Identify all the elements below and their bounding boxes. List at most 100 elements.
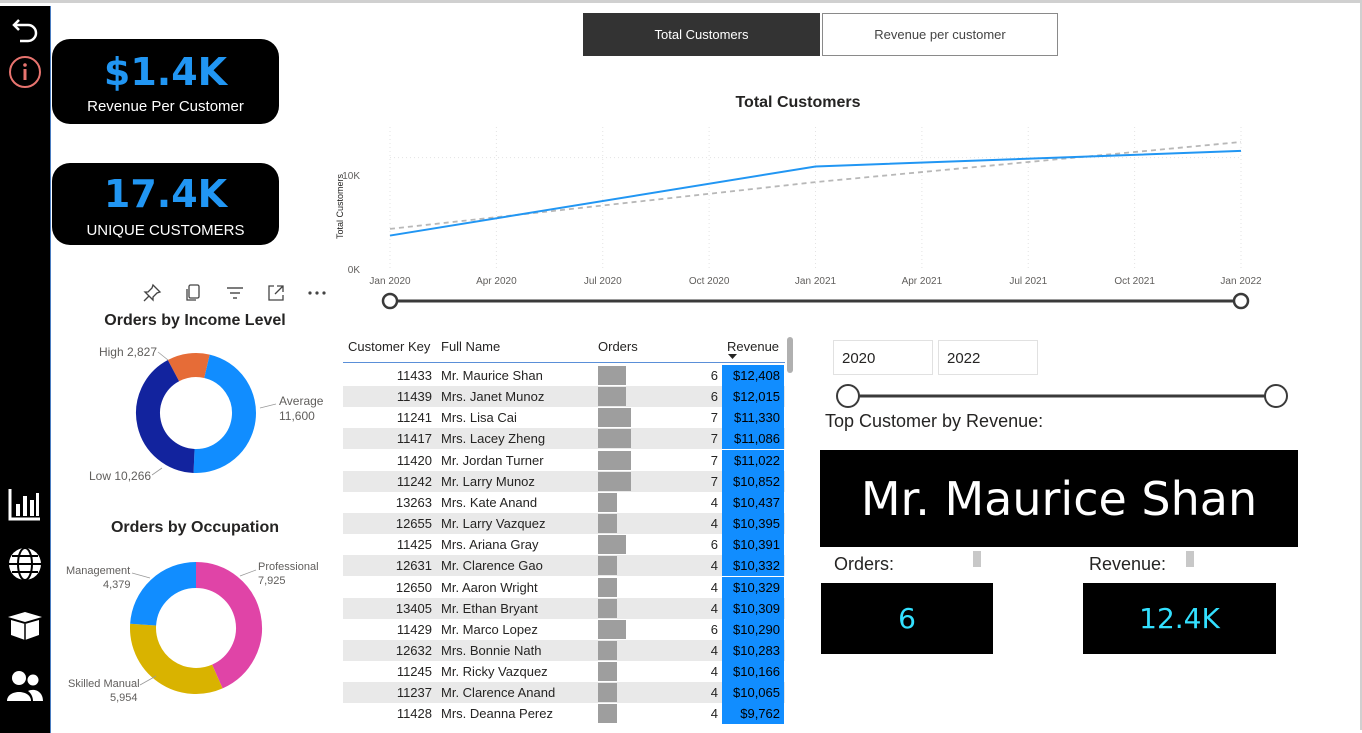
orders-cell: 7 <box>710 473 718 489</box>
full-name-cell: Mr. Ethan Bryant <box>441 600 538 616</box>
revenue-per-customer-card: $1.4K Revenue Per Customer <box>52 39 279 124</box>
table-row[interactable]: 11237 Mr. Clarence Anand 4 $10,065 <box>343 682 785 704</box>
table-row[interactable]: 11420 Mr. Jordan Turner 7 $11,022 <box>343 449 785 471</box>
table-row[interactable]: 13405 Mr. Ethan Bryant 4 $10,309 <box>343 597 785 619</box>
header-revenue[interactable]: Revenue <box>727 339 779 354</box>
full-name-cell: Mr. Larry Vazquez <box>441 516 546 532</box>
orders-databar <box>598 492 617 512</box>
revenue-cell: $10,329 <box>722 576 784 598</box>
filter-icon[interactable] <box>225 283 245 303</box>
table-row[interactable]: 11242 Mr. Larry Munoz 7 $10,852 <box>343 470 785 492</box>
visual-toolbar <box>142 283 332 305</box>
unique-customers-label: UNIQUE CUSTOMERS <box>86 222 245 239</box>
x-tick-label: Jan 2020 <box>369 276 411 287</box>
orders-databar <box>598 514 617 534</box>
full-name-cell: Mr. Marco Lopez <box>441 621 538 637</box>
orders-cell: 7 <box>710 452 718 468</box>
grid-lines <box>389 127 1242 269</box>
info-icon[interactable] <box>6 53 44 91</box>
back-arrow-icon[interactable] <box>6 11 44 49</box>
orders-databar <box>598 704 617 724</box>
orders-databar <box>598 662 617 682</box>
table-row[interactable]: 12631 Mr. Clarence Gao 4 $10,332 <box>343 555 785 577</box>
table-row[interactable]: 12632 Mrs. Bonnie Nath 4 $10,283 <box>343 639 785 661</box>
revenue-cell: $12,015 <box>722 386 784 408</box>
header-customer-key[interactable]: Customer Key <box>348 339 430 354</box>
orders-cell: 4 <box>710 516 718 532</box>
table-row[interactable]: 11245 Mr. Ricky Vazquez 4 $10,166 <box>343 661 785 683</box>
revenue-per-customer-button[interactable]: Revenue per customer <box>822 13 1058 56</box>
income-slice-high[interactable] <box>167 353 210 382</box>
total-customers-button[interactable]: Total Customers <box>583 13 820 56</box>
focus-mode-icon[interactable] <box>266 283 286 303</box>
customer-key-cell: 12631 <box>395 558 432 574</box>
full-name-cell: Mr. Aaron Wright <box>441 579 538 595</box>
table-row[interactable]: 11439 Mrs. Janet Munoz 6 $12,015 <box>343 386 785 408</box>
unique-customers-value: 17.4K <box>103 172 228 216</box>
income-low-label: Low 10,266 <box>89 469 151 483</box>
table-row[interactable]: 12655 Mr. Larry Vazquez 4 $10,395 <box>343 513 785 535</box>
table-row[interactable]: 13263 Mrs. Kate Anand 4 $10,437 <box>343 491 785 513</box>
year-slider-end-handle[interactable] <box>1264 384 1288 408</box>
header-full-name[interactable]: Full Name <box>441 339 500 354</box>
customer-key-cell: 12655 <box>395 516 432 532</box>
orders-databar <box>598 619 627 639</box>
orders-cell: 4 <box>710 642 718 658</box>
pin-icon[interactable] <box>142 283 162 303</box>
full-name-cell: Mr. Jordan Turner <box>441 452 544 468</box>
table-scrollbar[interactable] <box>787 337 793 373</box>
table-row[interactable]: 11429 Mr. Marco Lopez 6 $10,290 <box>343 618 785 640</box>
date-range-end-handle[interactable] <box>1232 292 1250 310</box>
occupation-slice-professional[interactable] <box>195 562 262 689</box>
y-tick-0k: 0K <box>348 265 361 276</box>
orders-cell: 7 <box>710 410 718 426</box>
users-icon[interactable] <box>6 667 44 705</box>
revenue-cell: $10,391 <box>722 534 784 556</box>
revenue-cell: $12,408 <box>722 365 784 386</box>
occupation-slice-management[interactable] <box>130 562 197 627</box>
customer-key-cell: 13405 <box>395 600 432 616</box>
globe-icon[interactable] <box>6 545 44 583</box>
revenue-cell: $10,309 <box>722 597 784 619</box>
table-row[interactable]: 11241 Mrs. Lisa Cai 7 $11,330 <box>343 407 785 429</box>
occupation-management-name: Management <box>66 565 130 577</box>
full-name-cell: Mrs. Lisa Cai <box>441 410 517 426</box>
occupation-slice-skilled-manual[interactable] <box>130 623 223 694</box>
orders-databar <box>598 683 617 703</box>
income-average-name: Average <box>279 394 324 408</box>
full-name-cell: Mr. Clarence Anand <box>441 685 556 701</box>
revenue-cell: $10,290 <box>722 618 784 640</box>
revenue-per-customer-label: Revenue Per Customer <box>87 98 244 115</box>
table-header: Customer Key Full Name Orders Revenue <box>343 335 785 363</box>
table-row[interactable]: 11433 Mr. Maurice Shan 6 $12,408 <box>343 365 785 386</box>
orders-cell: 4 <box>710 558 718 574</box>
copy-icon[interactable] <box>184 283 204 303</box>
table-row[interactable]: 11417 Mrs. Lacey Zheng 7 $11,086 <box>343 428 785 450</box>
x-tick-label: Jan 2022 <box>1220 276 1262 287</box>
income-slice-average[interactable] <box>193 354 256 473</box>
line-chart-ylabel: Total Customers <box>335 173 345 239</box>
header-orders[interactable]: Orders <box>598 339 638 354</box>
year-slider-start-handle[interactable] <box>836 384 860 408</box>
orders-databar <box>598 387 627 407</box>
x-tick-label: Oct 2020 <box>689 276 730 287</box>
customer-key-cell: 11420 <box>396 452 432 468</box>
revenue-cell: $10,395 <box>722 513 784 535</box>
table-row[interactable]: 11425 Mrs. Ariana Gray 6 $10,391 <box>343 534 785 556</box>
x-tick-label: Jan 2021 <box>795 276 837 287</box>
table-row[interactable]: 11428 Mrs. Deanna Perez 4 $9,762 <box>343 703 785 725</box>
occupation-skilled-name: Skilled Manual <box>68 678 140 690</box>
customer-key-cell: 11245 <box>396 664 432 680</box>
income-slice-low[interactable] <box>136 360 196 473</box>
more-options-icon[interactable] <box>306 283 328 303</box>
customer-key-cell: 11242 <box>396 473 432 489</box>
date-range-start-handle[interactable] <box>381 292 399 310</box>
revenue-cell: $10,852 <box>722 470 784 492</box>
box-icon[interactable] <box>6 606 44 644</box>
start-year-input[interactable]: 2020 <box>833 340 933 375</box>
table-row[interactable]: 12650 Mr. Aaron Wright 4 $10,329 <box>343 576 785 598</box>
customer-key-cell: 11433 <box>396 368 432 383</box>
bar-chart-icon[interactable] <box>6 485 44 523</box>
customers-table: Customer Key Full Name Orders Revenue 11… <box>343 335 793 733</box>
end-year-input[interactable]: 2022 <box>938 340 1038 375</box>
